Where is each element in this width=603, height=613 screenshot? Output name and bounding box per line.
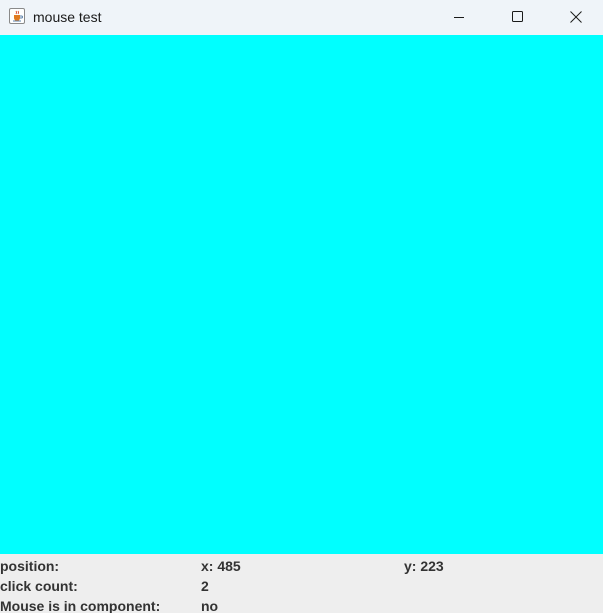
position-label: position:	[0, 558, 60, 574]
java-cup-icon[interactable]	[9, 8, 25, 24]
close-icon	[570, 11, 582, 23]
position-y-value: y: 223	[404, 558, 444, 574]
minimize-icon	[454, 17, 464, 18]
in-component-label: Mouse is in component:	[0, 598, 161, 613]
minimize-button[interactable]	[436, 0, 482, 35]
position-x-value: x: 485	[201, 558, 241, 574]
mouse-test-canvas[interactable]	[0, 35, 603, 554]
title-bar[interactable]: mouse test	[0, 0, 603, 35]
maximize-button[interactable]	[494, 0, 540, 35]
in-component-value: no	[201, 598, 219, 613]
app-window: mouse test position: x: 485 y: 223 click…	[0, 0, 603, 613]
maximize-icon	[512, 11, 523, 22]
close-button[interactable]	[553, 0, 599, 35]
window-title: mouse test	[33, 9, 102, 25]
click-count-label: click count:	[0, 578, 78, 594]
status-panel: position: x: 485 y: 223 click count: 2 M…	[0, 554, 603, 613]
click-count-value: 2	[201, 578, 209, 594]
